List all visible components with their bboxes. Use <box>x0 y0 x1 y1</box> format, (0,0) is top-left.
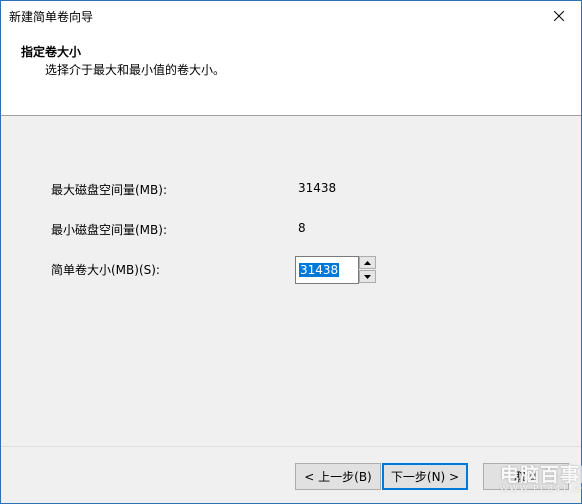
page-subtitle: 选择介于最大和最小值的卷大小。 <box>45 63 226 77</box>
wizard-footer: < 上一步(B) 下一步(N) > 取消 <box>1 446 581 503</box>
volume-size-label: 简单卷大小(MB)(S): <box>51 263 160 277</box>
window-title: 新建简单卷向导 <box>9 10 94 24</box>
close-button[interactable] <box>537 1 581 30</box>
arrow-down-icon <box>364 274 371 279</box>
volume-size-value: 31438 <box>299 263 340 277</box>
increment-button[interactable] <box>359 256 376 269</box>
volume-size-input[interactable]: 31438 <box>295 256 359 284</box>
arrow-up-icon <box>364 260 371 265</box>
decrement-button[interactable] <box>359 270 376 283</box>
next-button[interactable]: 下一步(N) > <box>382 463 468 490</box>
page-title: 指定卷大小 <box>21 45 82 59</box>
wizard-window: 新建简单卷向导 指定卷大小 选择介于最大和最小值的卷大小。 最大磁盘空间量(MB… <box>0 0 582 504</box>
min-space-label: 最小磁盘空间量(MB): <box>51 223 167 237</box>
title-bar: 新建简单卷向导 <box>1 1 581 30</box>
max-space-value: 31438 <box>298 181 337 195</box>
max-space-label: 最大磁盘空间量(MB): <box>51 183 167 197</box>
close-icon <box>554 10 564 21</box>
cancel-button[interactable]: 取消 <box>483 463 569 490</box>
wizard-header: 指定卷大小 选择介于最大和最小值的卷大小。 <box>1 30 581 116</box>
min-space-value: 8 <box>298 221 306 235</box>
volume-size-stepper[interactable]: 31438 <box>295 256 377 284</box>
back-button[interactable]: < 上一步(B) <box>295 463 381 490</box>
wizard-content: 最大磁盘空间量(MB): 31438 最小磁盘空间量(MB): 8 简单卷大小(… <box>1 116 581 446</box>
